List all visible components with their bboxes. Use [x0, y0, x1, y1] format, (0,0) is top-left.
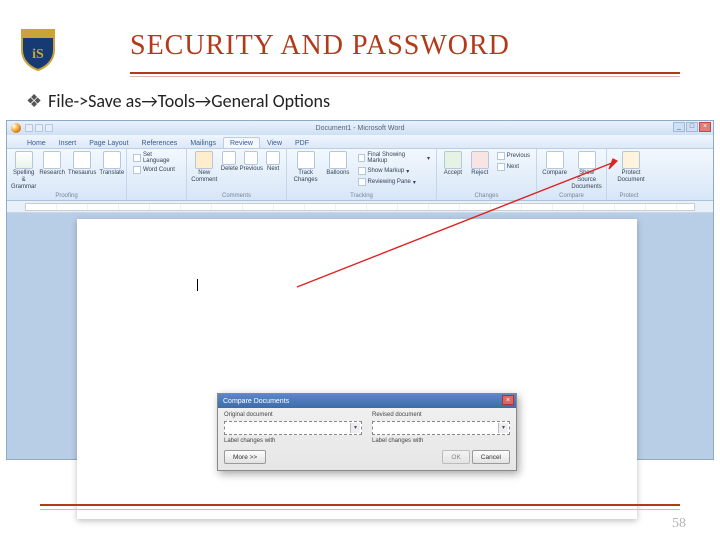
window-controls: _ □ × [673, 122, 711, 132]
tab-home[interactable]: Home [21, 138, 52, 148]
qat-save-icon[interactable] [25, 124, 33, 132]
chevron-down-icon: ▾ [498, 423, 508, 433]
label-changes-label: Label changes with [372, 438, 423, 444]
tab-insert[interactable]: Insert [53, 138, 83, 148]
ok-button[interactable]: OK [442, 450, 469, 464]
qat-redo-icon[interactable] [45, 124, 53, 132]
word-window: Document1 - Microsoft Word _ □ × Home In… [6, 120, 714, 460]
group-proofing: Spelling & Grammar Research Thesaurus Tr… [7, 149, 127, 200]
next-icon [266, 151, 280, 165]
spelling-button[interactable]: Spelling & Grammar [11, 151, 36, 191]
group-label: Comments [187, 193, 286, 199]
quick-access-toolbar [25, 124, 53, 132]
label-changes-label: Label changes with [224, 438, 275, 444]
translate-icon [103, 151, 121, 169]
research-button[interactable]: Research [39, 151, 65, 191]
revised-doc-dropdown[interactable]: ▾ [372, 421, 510, 435]
original-doc-dropdown[interactable]: ▾ [224, 421, 362, 435]
globe-icon [133, 154, 141, 162]
window-title: Document1 - Microsoft Word [316, 125, 405, 132]
qat-undo-icon[interactable] [35, 124, 43, 132]
close-button[interactable]: × [699, 122, 711, 132]
bullet-text: File->Save as→Tools→General Options [48, 90, 330, 112]
compare-dialog: Compare Documents × Original document ▾ … [217, 393, 517, 471]
title-rule [130, 72, 680, 74]
translate-button[interactable]: Translate [99, 151, 124, 191]
dialog-title: Compare Documents [223, 398, 289, 405]
slide-number: 58 [672, 516, 686, 532]
word-count-button[interactable]: Word Count [131, 165, 182, 175]
annotation-arrow-icon [287, 147, 647, 297]
titlebar: Document1 - Microsoft Word _ □ × [7, 121, 713, 135]
slide-title: SECURITY AND PASSWORD [130, 30, 510, 62]
delete-icon [222, 151, 236, 165]
logo-shield-icon: iS [20, 28, 56, 72]
bullet-line: ❖ File->Save as→Tools→General Options [26, 90, 330, 112]
footer-rule-shadow [40, 509, 680, 510]
count-icon [133, 166, 141, 174]
original-doc-label: Original document [224, 412, 362, 418]
group-language: Set Language Word Count [127, 149, 187, 200]
tab-references[interactable]: References [136, 138, 184, 148]
delete-comment-button[interactable]: Delete [221, 151, 239, 184]
diamond-bullet-icon: ❖ [26, 90, 42, 112]
group-label: Proofing [7, 193, 126, 199]
maximize-button[interactable]: □ [686, 122, 698, 132]
revised-doc-label: Revised document [372, 412, 510, 418]
dialog-titlebar: Compare Documents × [218, 394, 516, 408]
set-language-button[interactable]: Set Language [131, 151, 182, 165]
prev-comment-button[interactable]: Previous [241, 151, 261, 184]
dialog-close-button[interactable]: × [502, 395, 514, 405]
tab-review[interactable]: Review [223, 137, 260, 148]
tab-view[interactable]: View [261, 138, 288, 148]
footer-rule [40, 504, 680, 506]
prev-icon [244, 151, 258, 165]
office-button[interactable] [11, 123, 21, 133]
tab-mailings[interactable]: Mailings [184, 138, 222, 148]
next-comment-button[interactable]: Next [264, 151, 282, 184]
research-icon [43, 151, 61, 169]
document-area: Compare Documents × Original document ▾ … [7, 213, 713, 459]
more-button[interactable]: More >> [224, 450, 266, 464]
group-comments: New Comment Delete Previous Next Comment… [187, 149, 287, 200]
new-comment-button[interactable]: New Comment [191, 151, 218, 184]
tab-page-layout[interactable]: Page Layout [83, 138, 134, 148]
svg-text:iS: iS [32, 47, 44, 62]
abc-check-icon [15, 151, 33, 169]
minimize-button[interactable]: _ [673, 122, 685, 132]
thesaurus-icon [73, 151, 91, 169]
title-rule-shadow [130, 76, 680, 77]
cancel-button[interactable]: Cancel [472, 450, 510, 464]
chevron-down-icon: ▾ [350, 423, 360, 433]
thesaurus-button[interactable]: Thesaurus [68, 151, 96, 191]
text-cursor [197, 279, 198, 291]
new-comment-icon [195, 151, 213, 169]
